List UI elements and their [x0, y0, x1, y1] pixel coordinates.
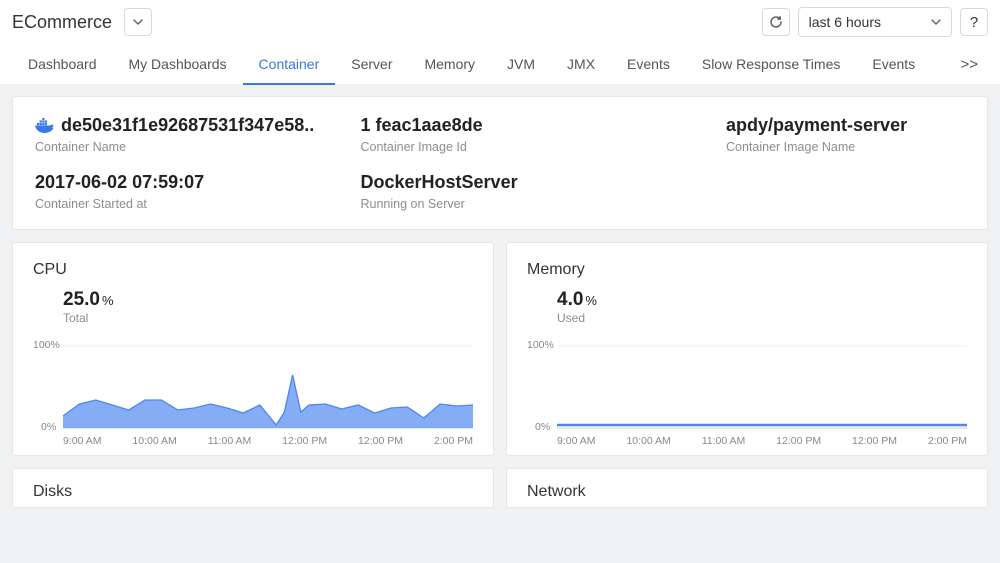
container-image-name-value: apdy/payment-server	[726, 115, 907, 136]
container-image-id-value: 1 feac1aae8de	[361, 115, 687, 136]
tab-server[interactable]: Server	[335, 45, 408, 85]
refresh-icon	[769, 15, 783, 29]
container-image-id-label: Container Image Id	[361, 140, 687, 154]
cpu-stat-unit: %	[102, 293, 114, 308]
running-on-server-value: DockerHostServer	[361, 172, 687, 193]
cpu-xtick: 2:00 PM	[434, 435, 473, 447]
cpu-xtick: 12:00 PM	[358, 435, 403, 447]
tab-my-dashboards[interactable]: My Dashboards	[113, 45, 243, 85]
info-running-on: DockerHostServer Running on Server	[361, 172, 687, 211]
app-switcher-dropdown[interactable]	[124, 8, 152, 36]
memory-y-bot: 0%	[535, 421, 550, 433]
container-started-at-label: Container Started at	[35, 197, 361, 211]
cpu-chart-svg	[63, 345, 473, 429]
info-started-at: 2017-06-02 07:59:07 Container Started at	[35, 172, 361, 211]
tabs-more-button[interactable]: >>	[950, 56, 988, 73]
cpu-x-axis: 9:00 AM 10:00 AM 11:00 AM 12:00 PM 12:00…	[63, 435, 473, 447]
running-on-server-label: Running on Server	[361, 197, 687, 211]
refresh-button[interactable]	[762, 8, 790, 36]
memory-chart-svg	[557, 345, 967, 429]
info-image-id: 1 feac1aae8de Container Image Id	[361, 115, 687, 154]
memory-stat-unit: %	[585, 293, 597, 308]
cpu-xtick: 9:00 AM	[63, 435, 102, 447]
cpu-y-top: 100%	[33, 339, 60, 351]
cpu-y-bot: 0%	[41, 421, 56, 433]
container-name-label: Container Name	[35, 140, 361, 154]
network-panel: Network	[506, 468, 988, 508]
memory-xtick: 11:00 AM	[702, 435, 746, 447]
tab-jmx[interactable]: JMX	[551, 45, 611, 85]
memory-xtick: 12:00 PM	[776, 435, 821, 447]
tab-jvm[interactable]: JVM	[491, 45, 551, 85]
cpu-stat-label: Total	[63, 311, 473, 325]
cpu-xtick: 11:00 AM	[208, 435, 252, 447]
cpu-panel: CPU 25.0% Total 100% 0% 9:00 AM 10:0	[12, 242, 494, 456]
cpu-xtick: 10:00 AM	[132, 435, 176, 447]
tab-bar: Dashboard My Dashboards Container Server…	[0, 44, 1000, 84]
memory-stat-label: Used	[557, 311, 967, 325]
info-image-name: apdy/payment-server Container Image Name	[686, 115, 965, 154]
memory-stat: 4.0% Used	[527, 289, 967, 325]
memory-stat-value: 4.0	[557, 289, 583, 310]
memory-xtick: 2:00 PM	[928, 435, 967, 447]
disks-panel: Disks	[12, 468, 494, 508]
memory-xtick: 9:00 AM	[557, 435, 596, 447]
chevron-down-icon	[931, 19, 941, 25]
tab-container[interactable]: Container	[243, 45, 336, 85]
memory-chart: 100% 0% 9:00 AM 10:00 AM 11:00 AM 12:00 …	[527, 337, 967, 447]
memory-panel: Memory 4.0% Used 100% 0% 9:00 AM 10:00 A…	[506, 242, 988, 456]
network-panel-title: Network	[527, 483, 967, 501]
disks-panel-title: Disks	[33, 483, 473, 501]
cpu-panel-title: CPU	[33, 257, 473, 289]
memory-y-top: 100%	[527, 339, 554, 351]
help-icon: ?	[970, 14, 978, 31]
memory-xtick: 10:00 AM	[626, 435, 670, 447]
tab-slow-response-times[interactable]: Slow Response Times	[686, 45, 857, 85]
container-started-at-value: 2017-06-02 07:59:07	[35, 172, 361, 193]
time-range-select[interactable]: last 6 hours	[798, 7, 952, 37]
memory-xtick: 12:00 PM	[852, 435, 897, 447]
docker-whale-icon	[35, 118, 55, 134]
help-button[interactable]: ?	[960, 8, 988, 36]
container-image-name-label: Container Image Name	[726, 140, 855, 154]
cpu-chart: 100% 0% 9:00 AM 10:00 AM 11:00 AM 12:00 …	[33, 337, 473, 447]
tab-dashboard[interactable]: Dashboard	[12, 45, 113, 85]
tab-events[interactable]: Events	[611, 45, 686, 85]
memory-x-axis: 9:00 AM 10:00 AM 11:00 AM 12:00 PM 12:00…	[557, 435, 967, 447]
time-range-label: last 6 hours	[809, 14, 881, 30]
cpu-stat-value: 25.0	[63, 289, 100, 310]
info-container-name: de50e31f1e92687531f347e58.. Container Na…	[35, 115, 361, 154]
container-info-card: de50e31f1e92687531f347e58.. Container Na…	[12, 96, 988, 230]
container-name-value: de50e31f1e92687531f347e58..	[61, 115, 314, 136]
memory-panel-title: Memory	[527, 257, 967, 289]
tab-memory[interactable]: Memory	[408, 45, 491, 85]
top-bar: ECommerce last 6 hours ?	[0, 0, 1000, 44]
cpu-stat: 25.0% Total	[33, 289, 473, 325]
chevron-down-icon	[133, 19, 143, 25]
app-name: ECommerce	[12, 12, 116, 33]
cpu-xtick: 12:00 PM	[282, 435, 327, 447]
tab-events-2[interactable]: Events	[856, 45, 931, 85]
